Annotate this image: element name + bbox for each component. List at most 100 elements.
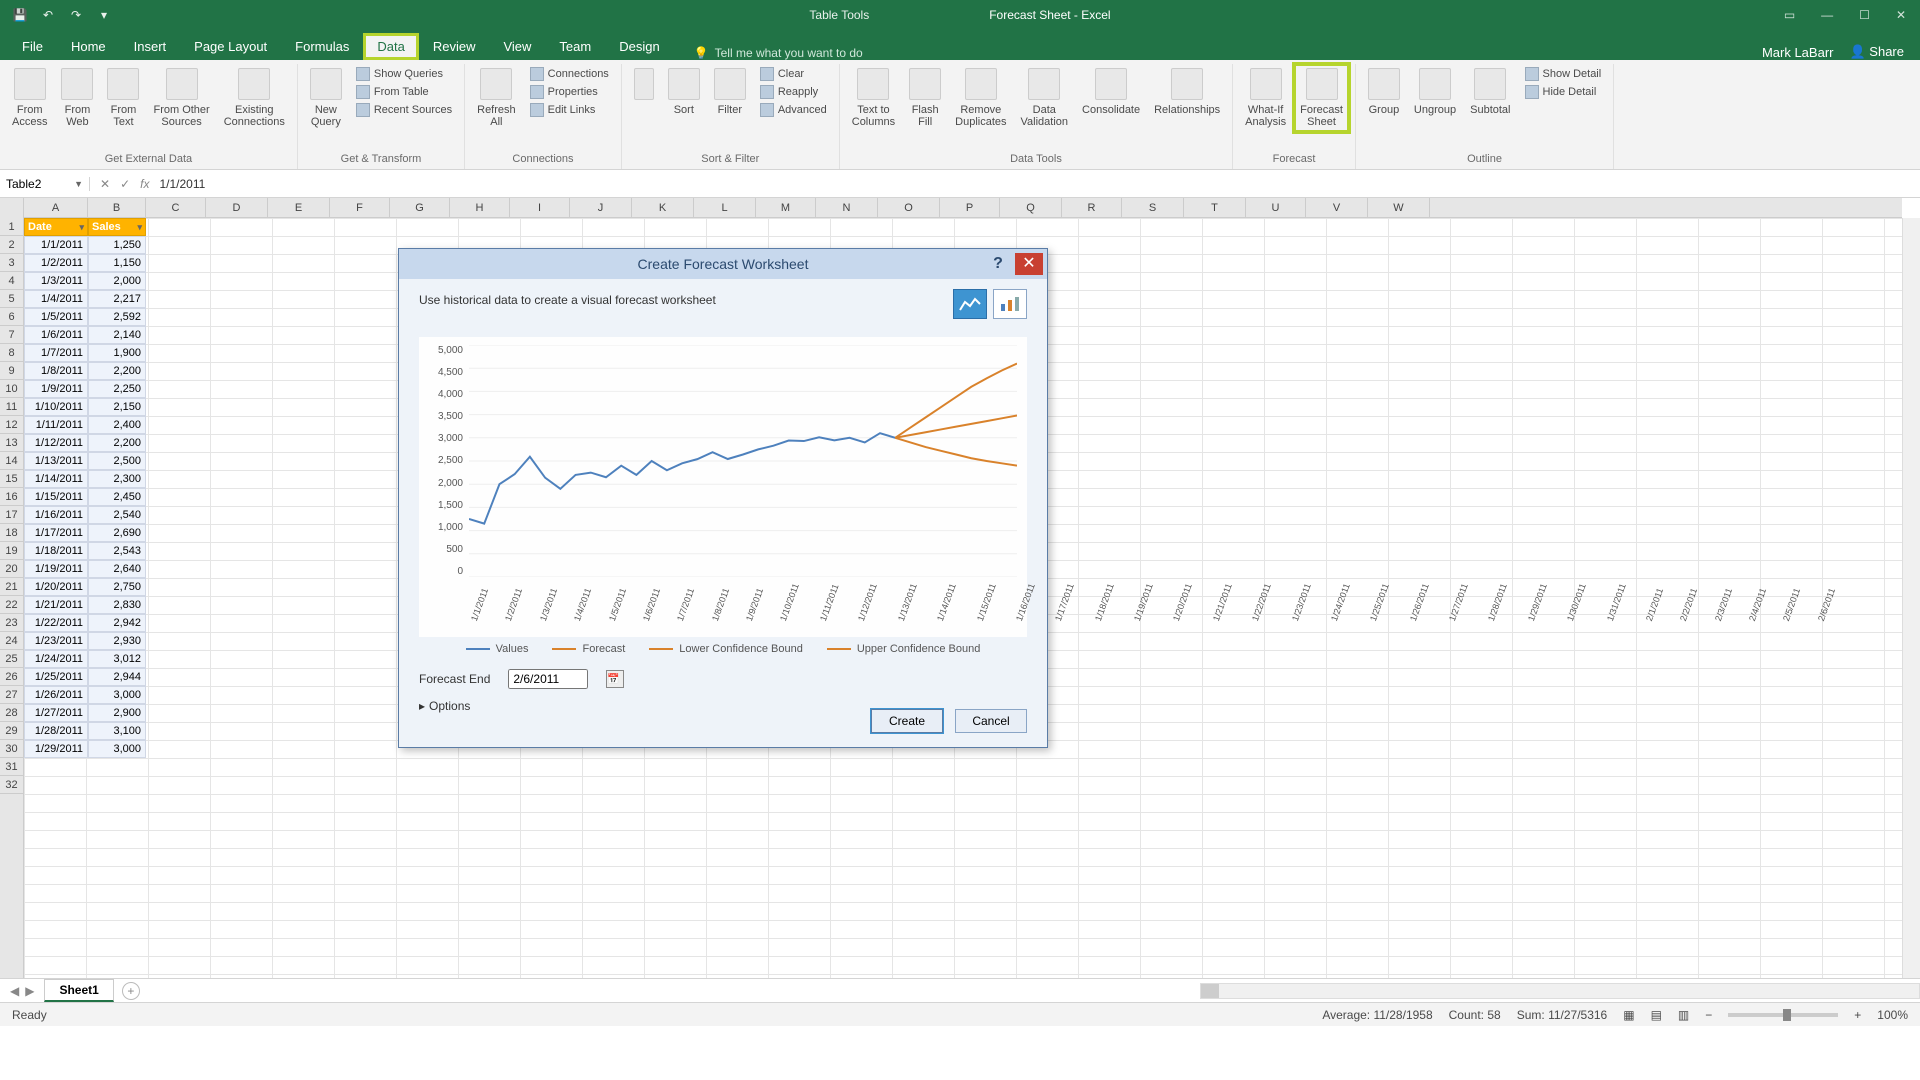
from-access-button[interactable]: From Access (6, 64, 53, 132)
table-cell[interactable]: 2,140 (88, 326, 146, 344)
table-cell[interactable]: 1,900 (88, 344, 146, 362)
row-header[interactable]: 23 (0, 614, 23, 632)
qat-customize-icon[interactable]: ▾ (96, 7, 112, 23)
save-icon[interactable]: 💾 (12, 7, 28, 23)
column-header[interactable]: U (1246, 198, 1306, 217)
row-header[interactable]: 1 (0, 218, 23, 236)
tab-file[interactable]: File (8, 33, 57, 60)
table-cell[interactable]: 1/10/2011 (24, 398, 88, 416)
cancel-button[interactable]: Cancel (955, 709, 1027, 733)
table-header-cell[interactable]: Sales▾ (88, 218, 146, 236)
ribbon-display-icon[interactable]: ▭ (1784, 8, 1795, 22)
column-header[interactable]: I (510, 198, 570, 217)
tab-page-layout[interactable]: Page Layout (180, 33, 281, 60)
close-icon[interactable]: ✕ (1896, 8, 1906, 22)
table-cell[interactable]: 3,012 (88, 650, 146, 668)
view-page-layout-icon[interactable]: ▤ (1651, 1008, 1662, 1022)
row-header[interactable]: 21 (0, 578, 23, 596)
table-cell[interactable]: 1/8/2011 (24, 362, 88, 380)
column-header[interactable]: R (1062, 198, 1122, 217)
column-header[interactable]: S (1122, 198, 1184, 217)
column-header[interactable]: G (390, 198, 450, 217)
table-cell[interactable]: 3,000 (88, 686, 146, 704)
cancel-formula-icon[interactable]: ✕ (100, 177, 110, 191)
table-cell[interactable]: 1/13/2011 (24, 452, 88, 470)
table-cell[interactable]: 2,200 (88, 362, 146, 380)
table-cell[interactable]: 1/7/2011 (24, 344, 88, 362)
connections-button[interactable]: Connections (526, 66, 613, 82)
table-cell[interactable]: 3,100 (88, 722, 146, 740)
row-header[interactable]: 30 (0, 740, 23, 758)
hide-detail-button[interactable]: Hide Detail (1521, 84, 1606, 100)
column-header[interactable]: B (88, 198, 146, 217)
new-query-button[interactable]: New Query (304, 64, 348, 132)
redo-icon[interactable]: ↷ (68, 7, 84, 23)
column-header[interactable]: N (816, 198, 878, 217)
column-header[interactable]: O (878, 198, 940, 217)
table-cell[interactable]: 1,250 (88, 236, 146, 254)
user-name[interactable]: Mark LaBarr (1762, 45, 1834, 60)
row-header[interactable]: 25 (0, 650, 23, 668)
table-cell[interactable]: 2,942 (88, 614, 146, 632)
zoom-slider-thumb[interactable] (1783, 1009, 1791, 1021)
row-header[interactable]: 14 (0, 452, 23, 470)
tab-formulas[interactable]: Formulas (281, 33, 363, 60)
undo-icon[interactable]: ↶ (40, 7, 56, 23)
prev-sheet-icon[interactable]: ◀ (10, 984, 19, 998)
row-header[interactable]: 28 (0, 704, 23, 722)
table-cell[interactable]: 1/14/2011 (24, 470, 88, 488)
from-table-button[interactable]: From Table (352, 84, 456, 100)
table-cell[interactable]: 1/21/2011 (24, 596, 88, 614)
existing-connections-button[interactable]: Existing Connections (218, 64, 291, 132)
minimize-icon[interactable]: — (1821, 8, 1833, 22)
table-cell[interactable]: 1/28/2011 (24, 722, 88, 740)
horizontal-scrollbar[interactable] (1200, 983, 1920, 999)
table-cell[interactable]: 1/5/2011 (24, 308, 88, 326)
table-cell[interactable]: 1,150 (88, 254, 146, 272)
table-cell[interactable]: 2,944 (88, 668, 146, 686)
edit-links-button[interactable]: Edit Links (526, 102, 613, 118)
show-detail-button[interactable]: Show Detail (1521, 66, 1606, 82)
table-cell[interactable]: 2,830 (88, 596, 146, 614)
column-header[interactable]: A (24, 198, 88, 217)
flash-fill-button[interactable]: Flash Fill (903, 64, 947, 132)
row-header[interactable]: 18 (0, 524, 23, 542)
forecast-end-input[interactable] (508, 669, 588, 689)
row-header[interactable]: 16 (0, 488, 23, 506)
tab-home[interactable]: Home (57, 33, 120, 60)
row-header[interactable]: 22 (0, 596, 23, 614)
table-cell[interactable]: 1/12/2011 (24, 434, 88, 452)
group-button[interactable]: Group (1362, 64, 1406, 120)
row-header[interactable]: 7 (0, 326, 23, 344)
subtotal-button[interactable]: Subtotal (1464, 64, 1516, 120)
table-cell[interactable]: 2,250 (88, 380, 146, 398)
row-header[interactable]: 8 (0, 344, 23, 362)
sort-button[interactable]: Sort (662, 64, 706, 120)
row-header[interactable]: 13 (0, 434, 23, 452)
table-cell[interactable]: 1/20/2011 (24, 578, 88, 596)
table-cell[interactable]: 2,400 (88, 416, 146, 434)
zoom-slider[interactable] (1728, 1013, 1838, 1017)
table-cell[interactable]: 2,300 (88, 470, 146, 488)
reapply-button[interactable]: Reapply (756, 84, 831, 100)
column-header[interactable]: T (1184, 198, 1246, 217)
column-header[interactable]: K (632, 198, 694, 217)
tab-review[interactable]: Review (419, 33, 490, 60)
table-cell[interactable]: 2,690 (88, 524, 146, 542)
table-cell[interactable]: 1/2/2011 (24, 254, 88, 272)
filter-dropdown-icon[interactable]: ▾ (79, 222, 84, 233)
column-header[interactable]: V (1306, 198, 1368, 217)
table-cell[interactable]: 1/4/2011 (24, 290, 88, 308)
name-box[interactable]: Table2▼ (0, 177, 90, 191)
table-cell[interactable]: 3,000 (88, 740, 146, 758)
sort-az-button[interactable] (628, 64, 660, 104)
show-queries-button[interactable]: Show Queries (352, 66, 456, 82)
properties-button[interactable]: Properties (526, 84, 613, 100)
forecast-sheet-button[interactable]: Forecast Sheet (1294, 64, 1349, 132)
row-header[interactable]: 4 (0, 272, 23, 290)
zoom-level[interactable]: 100% (1877, 1008, 1908, 1022)
row-header[interactable]: 26 (0, 668, 23, 686)
column-header[interactable]: F (330, 198, 390, 217)
table-cell[interactable]: 1/22/2011 (24, 614, 88, 632)
row-header[interactable]: 15 (0, 470, 23, 488)
